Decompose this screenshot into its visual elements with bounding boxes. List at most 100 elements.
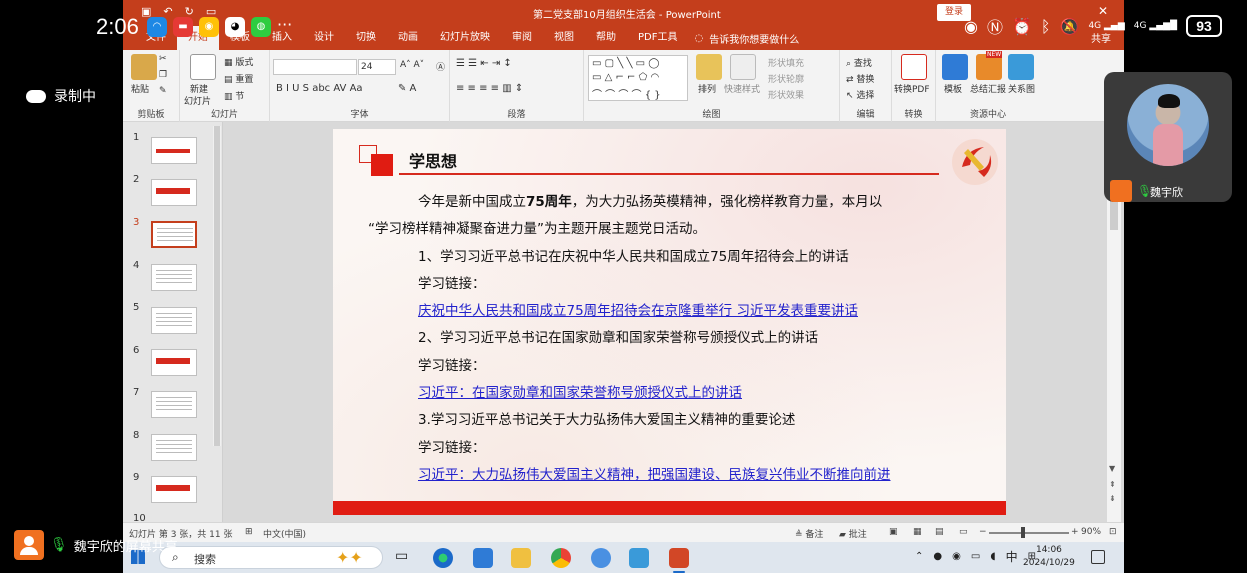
- tab-help[interactable]: 帮助: [585, 26, 627, 50]
- zoom-level[interactable]: 90%: [1081, 527, 1101, 537]
- slide-body-text[interactable]: 今年是新中国成立75周年，为大力弘扬英模精神，强化榜样教育力量，本月以 “学习榜…: [368, 189, 953, 489]
- speaker-icon[interactable]: ◖: [990, 551, 995, 562]
- arrange-icon[interactable]: [696, 54, 722, 80]
- tab-pdf-tools[interactable]: PDF工具: [627, 26, 688, 50]
- reading-view-icon[interactable]: ▤: [935, 527, 944, 537]
- thumbnail-slide-7[interactable]: [151, 391, 197, 418]
- photos-icon[interactable]: [629, 548, 649, 568]
- align-buttons[interactable]: ≡ ≡ ≡ ≡ ▥ ⇕: [456, 83, 523, 94]
- list-buttons[interactable]: ☰ ☰ ⇤ ⇥ ↕: [456, 58, 512, 69]
- chevron-up-icon[interactable]: ⌃: [915, 551, 923, 562]
- tab-slideshow[interactable]: 幻灯片放映: [429, 26, 501, 50]
- arrange-button[interactable]: 排列: [698, 82, 716, 95]
- fit-slide-icon[interactable]: ⊡: [1109, 527, 1117, 537]
- previous-slide-icon[interactable]: ⇞: [1109, 480, 1116, 489]
- pdf-icon[interactable]: [901, 54, 927, 80]
- task-view-icon[interactable]: ▭: [395, 548, 415, 568]
- shape-icons-row3[interactable]: ⌒ ⌒ ⌒ ⌒ { }: [592, 86, 661, 101]
- taskbar-clock[interactable]: 14:06 2024/10/29: [1023, 544, 1075, 570]
- template-icon[interactable]: [942, 54, 968, 80]
- recording-indicator[interactable]: 录制中: [26, 86, 96, 106]
- format-painter-icon[interactable]: ✎: [159, 86, 167, 96]
- convert-pdf-button[interactable]: 转换PDF: [894, 82, 930, 95]
- shape-fill-button[interactable]: 形状填充: [768, 56, 804, 69]
- chrome-icon[interactable]: [551, 548, 571, 568]
- tab-design[interactable]: 设计: [303, 26, 345, 50]
- reset-button[interactable]: ▤ 重置: [224, 72, 253, 85]
- zoom-slider[interactable]: [989, 532, 1069, 534]
- item-2-link[interactable]: 习近平：在国家勋章和国家荣誉称号颁授仪式上的讲话: [393, 380, 953, 407]
- relation-chart-button[interactable]: 关系图: [1008, 82, 1035, 95]
- notes-button[interactable]: ≜ 备注: [795, 527, 823, 540]
- slideshow-icon[interactable]: ▭: [959, 527, 968, 537]
- zoom-out-icon[interactable]: −: [979, 527, 987, 537]
- thumbnail-slide-2[interactable]: [151, 179, 197, 206]
- item-3-link[interactable]: 习近平：大力弘扬伟大爱国主义精神，把强国建设、民族复兴伟业不断推向前进: [393, 462, 953, 489]
- thumbnail-slide-6[interactable]: [151, 349, 197, 376]
- notification-icon[interactable]: [1091, 550, 1105, 564]
- tab-view[interactable]: 视图: [543, 26, 585, 50]
- font-name-select[interactable]: [273, 59, 357, 75]
- replace-button[interactable]: ⇄ 替换: [846, 72, 874, 85]
- zoom-slider-handle[interactable]: [1021, 527, 1025, 538]
- new-slide-label[interactable]: 幻灯片: [184, 94, 211, 107]
- select-button[interactable]: ↖ 选择: [846, 88, 874, 101]
- quick-styles-button[interactable]: 快速样式: [724, 82, 760, 95]
- next-slide-icon[interactable]: ⇟: [1109, 494, 1116, 503]
- scrollbar-thumb[interactable]: [214, 126, 220, 446]
- layout-button[interactable]: ▦ 版式: [224, 55, 253, 68]
- slide-sorter-icon[interactable]: ▦: [913, 527, 922, 537]
- paste-icon[interactable]: [131, 54, 157, 80]
- shape-icons[interactable]: ▭ ▢ ╲ ╲ ▭ ◯: [592, 58, 659, 69]
- relation-chart-icon[interactable]: [1008, 54, 1034, 80]
- cut-icon[interactable]: ✂: [159, 54, 167, 64]
- font-size-select[interactable]: 24: [358, 59, 396, 75]
- search-app-icon[interactable]: [591, 548, 611, 568]
- section-button[interactable]: ▥ 节: [224, 89, 244, 102]
- battery-tray-icon[interactable]: ▭: [971, 551, 980, 562]
- shape-icons-row2[interactable]: ▭ △ ⌐ ⌐ ⬠ ◠: [592, 72, 659, 83]
- thumbnail-slide-8[interactable]: [151, 434, 197, 461]
- tab-transitions[interactable]: 切换: [345, 26, 387, 50]
- wechat-tray-icon[interactable]: ◉: [952, 551, 961, 562]
- new-slide-icon[interactable]: [190, 54, 216, 80]
- summary-report-button[interactable]: 总结汇报: [970, 82, 1006, 95]
- language-indicator[interactable]: 中文(中国): [263, 527, 306, 540]
- spellcheck-icon[interactable]: ⊞: [245, 527, 253, 537]
- thumbnail-slide-3[interactable]: [151, 221, 197, 248]
- find-button[interactable]: ⌕ 查找: [846, 56, 872, 69]
- shape-outline-button[interactable]: 形状轮廓: [768, 72, 804, 85]
- normal-view-icon[interactable]: ▣: [889, 527, 898, 537]
- powerpoint-taskbar-icon[interactable]: [669, 548, 689, 573]
- font-color-icon[interactable]: ✎ A: [398, 83, 416, 94]
- file-explorer-icon[interactable]: [511, 548, 531, 568]
- edge-browser-icon[interactable]: [433, 548, 453, 568]
- font-style-buttons[interactable]: B I U S abc AV Aa: [276, 83, 363, 94]
- increase-font-icon[interactable]: A˄ A˅: [400, 60, 424, 70]
- copy-icon[interactable]: ❐: [159, 70, 167, 80]
- template-button[interactable]: 模板: [944, 82, 962, 95]
- comments-button[interactable]: ▰ 批注: [839, 527, 867, 540]
- tab-review[interactable]: 审阅: [501, 26, 543, 50]
- thumbnail-slide-1[interactable]: [151, 137, 197, 164]
- quick-styles-icon[interactable]: [730, 54, 756, 80]
- thumbnail-slide-4[interactable]: [151, 264, 197, 291]
- zoom-in-icon[interactable]: +: [1071, 527, 1079, 537]
- item-1-link[interactable]: 庆祝中华人民共和国成立75周年招待会在京隆重举行 习近平发表重要讲话: [393, 298, 953, 325]
- thumbnail-scrollbar[interactable]: [213, 126, 221, 446]
- ime-indicator[interactable]: 中: [1006, 548, 1018, 565]
- paste-button[interactable]: 粘贴: [131, 82, 149, 95]
- slide-title[interactable]: 学思想: [409, 148, 457, 172]
- taskbar-search-box[interactable]: ⌕ 搜索 ✦✦: [159, 546, 383, 569]
- tab-animations[interactable]: 动画: [387, 26, 429, 50]
- participant-video-card[interactable]: 🎙 魏宇欣: [1104, 72, 1232, 202]
- thumbnail-slide-5[interactable]: [151, 307, 197, 334]
- mic-icon[interactable]: ●: [933, 551, 942, 562]
- tell-me-search[interactable]: 告诉我你想要做什么: [709, 31, 799, 46]
- current-slide[interactable]: 学思想 今年是新中国成立75周年，为大力弘扬英模精神，强化榜样教育力量，本月以 …: [333, 129, 1006, 515]
- clear-format-icon[interactable]: Ⓐ: [436, 60, 445, 73]
- store-icon[interactable]: [473, 548, 493, 568]
- thumbnail-slide-9[interactable]: [151, 476, 197, 503]
- scroll-down-icon[interactable]: ▼: [1109, 464, 1115, 473]
- shape-effects-button[interactable]: 形状效果: [768, 88, 804, 101]
